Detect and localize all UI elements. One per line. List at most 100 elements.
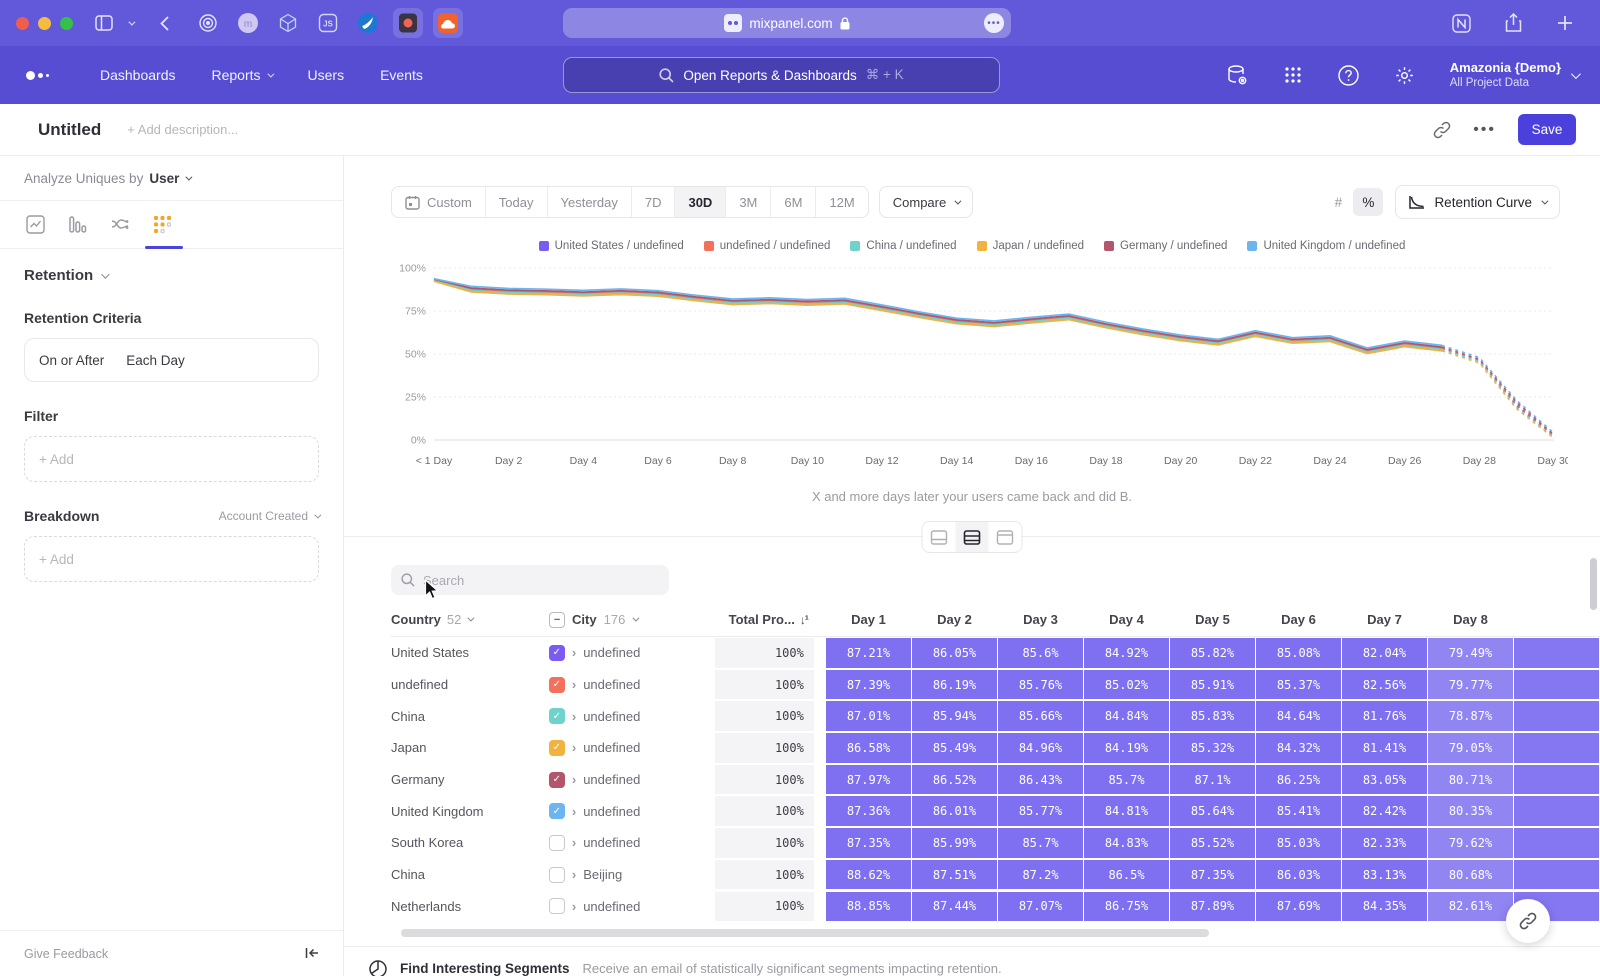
legend-item[interactable]: United States / undefined	[539, 240, 684, 252]
row-expander-icon[interactable]: ›	[572, 804, 576, 819]
report-title[interactable]: Untitled	[38, 120, 101, 140]
range-custom[interactable]: Custom	[392, 187, 486, 217]
unit-percent-toggle[interactable]: %	[1353, 188, 1383, 216]
close-window-button[interactable]	[16, 17, 29, 30]
legend-item[interactable]: United Kingdom / undefined	[1247, 240, 1405, 252]
vertical-scrollbar-thumb[interactable]	[1590, 558, 1597, 610]
range-12m[interactable]: 12M	[816, 187, 867, 217]
add-description-button[interactable]: + Add description...	[127, 122, 238, 137]
day-column-header[interactable]: Day 1	[826, 612, 911, 627]
unit-count-toggle[interactable]: #	[1323, 188, 1353, 216]
reader-icon[interactable]	[393, 8, 423, 38]
row-checkbox[interactable]: ✓	[549, 772, 565, 788]
legend-item[interactable]: undefined / undefined	[704, 240, 831, 252]
cube-icon[interactable]	[273, 8, 303, 38]
retention-criteria-card[interactable]: On or After Each Day	[24, 338, 319, 382]
share-icon[interactable]	[1500, 10, 1526, 36]
row-expander-icon[interactable]: ›	[572, 740, 576, 755]
row-expander-icon[interactable]: ›	[572, 772, 576, 787]
row-expander-icon[interactable]: ›	[572, 645, 576, 660]
analyze-value-dropdown[interactable]: User	[149, 171, 179, 186]
row-checkbox[interactable]	[549, 867, 565, 883]
column-header-country[interactable]: Country 52	[391, 612, 549, 627]
breakdown-scope-dropdown[interactable]: Account Created	[219, 509, 319, 523]
day-column-header[interactable]: Day 5	[1170, 612, 1255, 627]
row-checkbox[interactable]: ✓	[549, 708, 565, 724]
tab-insights[interactable]	[26, 201, 45, 248]
target-icon[interactable]	[193, 8, 223, 38]
day-column-header[interactable]: Day 7	[1342, 612, 1427, 627]
criteria-condition[interactable]: On or After	[39, 353, 104, 368]
more-options-icon[interactable]: •••	[1473, 121, 1496, 139]
day-column-header[interactable]	[1514, 612, 1599, 627]
view-table-icon[interactable]	[989, 522, 1022, 552]
row-checkbox[interactable]: ✓	[549, 677, 565, 693]
js-icon[interactable]: JS	[313, 8, 343, 38]
select-all-checkbox[interactable]: −	[549, 612, 565, 628]
range-7d[interactable]: 7D	[632, 187, 676, 217]
tab-funnels[interactable]	[68, 201, 87, 248]
day-column-header[interactable]: Day 4	[1084, 612, 1169, 627]
view-compact-icon[interactable]	[923, 522, 956, 552]
url-bar[interactable]: mixpanel.com •••	[563, 8, 1011, 38]
table-search[interactable]	[391, 565, 669, 595]
row-expander-icon[interactable]: ›	[572, 709, 576, 724]
tab-retention[interactable]	[153, 201, 172, 248]
m-avatar-icon[interactable]: m	[233, 8, 263, 38]
horizontal-scrollbar-thumb[interactable]	[401, 929, 1209, 937]
retention-section-title[interactable]: Retention	[24, 267, 93, 284]
soundcloud-icon[interactable]	[433, 8, 463, 38]
criteria-value[interactable]: Each Day	[126, 353, 185, 368]
row-checkbox[interactable]	[549, 835, 565, 851]
range-today[interactable]: Today	[486, 187, 548, 217]
row-checkbox[interactable]: ✓	[549, 645, 565, 661]
legend-item[interactable]: Germany / undefined	[1104, 240, 1227, 252]
column-header-total[interactable]: Total Pro... ↓¹	[716, 612, 814, 627]
share-link-fab[interactable]	[1506, 899, 1550, 943]
zoom-window-button[interactable]	[60, 17, 73, 30]
nav-item-events[interactable]: Events	[380, 67, 423, 83]
nav-item-dashboards[interactable]: Dashboards	[100, 67, 176, 83]
nav-item-users[interactable]: Users	[308, 67, 345, 83]
notion-extension-icon[interactable]	[1448, 10, 1474, 36]
url-more-icon[interactable]: •••	[984, 13, 1004, 33]
chevron-down-icon[interactable]	[123, 10, 137, 36]
row-expander-icon[interactable]: ›	[572, 899, 576, 914]
add-filter-button[interactable]: + Add	[24, 436, 319, 482]
chart-type-dropdown[interactable]: Retention Curve	[1395, 185, 1560, 219]
project-switcher[interactable]: Amazonia {Demo} All Project Data	[1448, 60, 1578, 91]
settings-gear-icon[interactable]	[1392, 62, 1418, 88]
minimize-window-button[interactable]	[38, 17, 51, 30]
range-6m[interactable]: 6M	[771, 187, 816, 217]
table-search-input[interactable]	[423, 573, 643, 588]
collapse-sidebar-icon[interactable]	[305, 946, 319, 962]
back-icon[interactable]	[151, 10, 177, 36]
row-checkbox[interactable]: ✓	[549, 803, 565, 819]
range-3m[interactable]: 3M	[726, 187, 771, 217]
row-expander-icon[interactable]: ›	[572, 835, 576, 850]
nav-item-reports[interactable]: Reports	[212, 67, 272, 83]
help-icon[interactable]	[1336, 62, 1362, 88]
segments-footer-title[interactable]: Find Interesting Segments	[400, 961, 570, 976]
globe-icon[interactable]	[353, 8, 383, 38]
apps-grid-icon[interactable]	[1280, 62, 1306, 88]
row-expander-icon[interactable]: ›	[572, 867, 576, 882]
day-column-header[interactable]: Day 2	[912, 612, 997, 627]
compare-button[interactable]: Compare	[879, 186, 973, 218]
column-header-city[interactable]: − City 176	[549, 612, 716, 628]
row-checkbox[interactable]	[549, 898, 565, 914]
range-30d[interactable]: 30D	[675, 187, 726, 217]
day-column-header[interactable]: Day 8	[1428, 612, 1513, 627]
legend-item[interactable]: China / undefined	[850, 240, 956, 252]
global-search-button[interactable]: Open Reports & Dashboards ⌘ + K	[563, 57, 1000, 93]
add-breakdown-button[interactable]: + Add	[24, 536, 319, 582]
day-column-header[interactable]: Day 3	[998, 612, 1083, 627]
sidebar-toggle-icon[interactable]	[91, 10, 117, 36]
day-column-header[interactable]: Day 6	[1256, 612, 1341, 627]
tab-flows[interactable]	[110, 201, 130, 248]
row-expander-icon[interactable]: ›	[572, 677, 576, 692]
legend-item[interactable]: Japan / undefined	[977, 240, 1084, 252]
row-checkbox[interactable]: ✓	[549, 740, 565, 756]
save-button[interactable]: Save	[1518, 114, 1576, 145]
give-feedback-link[interactable]: Give Feedback	[24, 947, 108, 961]
